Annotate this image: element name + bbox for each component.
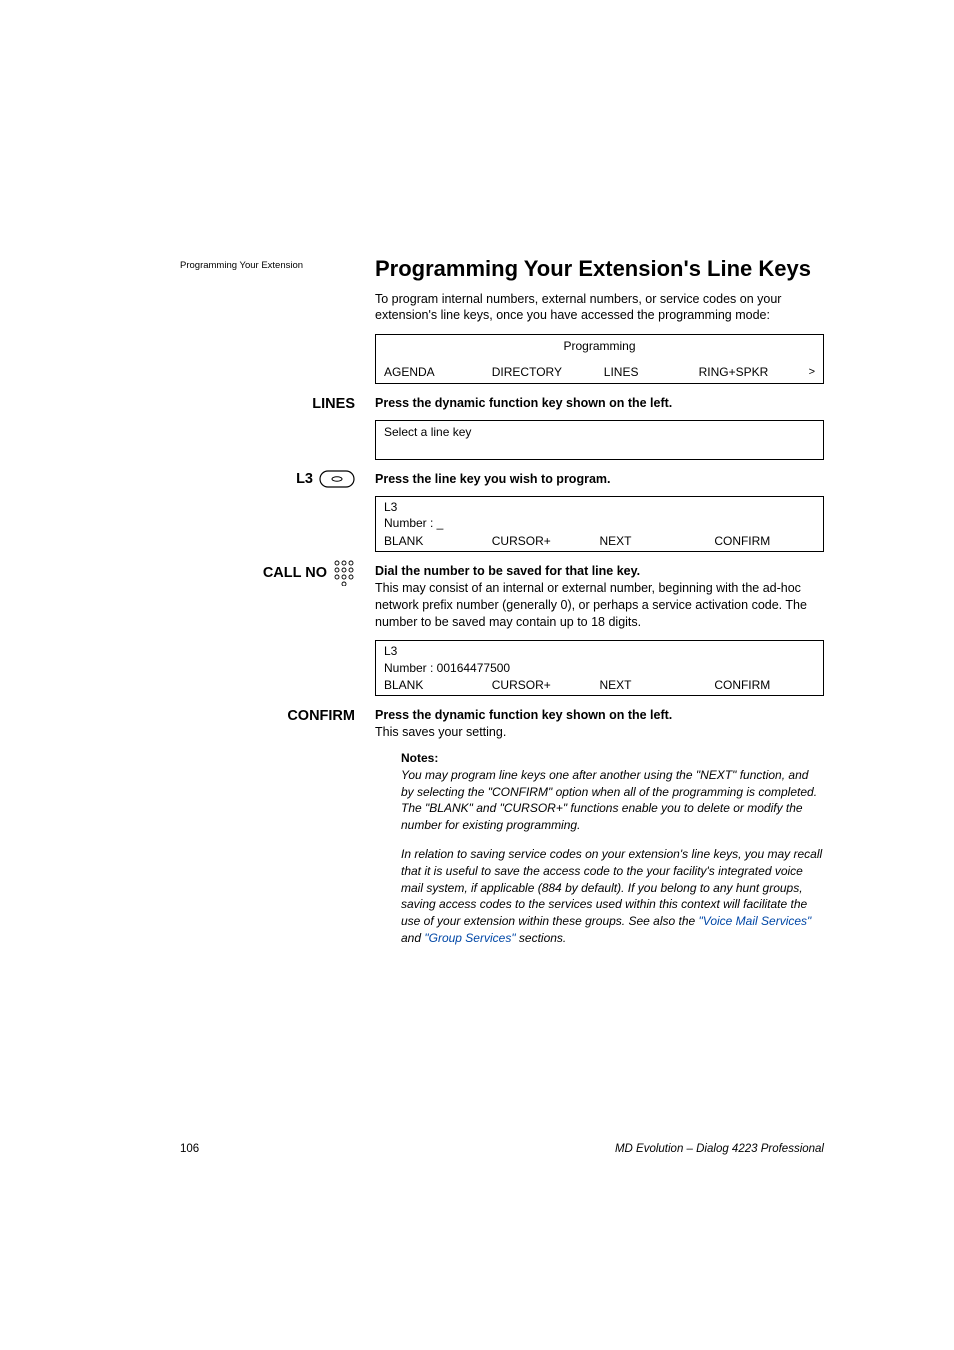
- step-label-lines: LINES: [180, 396, 355, 412]
- display-line2: Number : _: [384, 515, 815, 531]
- step-l3: L3 Press the line key you wish to progra…: [375, 472, 824, 486]
- step-lines: LINES Press the dynamic function key sho…: [375, 396, 824, 410]
- notes-heading: Notes:: [401, 751, 824, 765]
- softkey-ringspkr: RING+SPKR: [699, 365, 805, 379]
- label-text: CALL NO: [263, 565, 327, 581]
- instruction-l3: Press the line key you wish to program.: [375, 472, 824, 486]
- step-callno: CALL NO: [375, 564, 824, 631]
- display-line1: L3: [384, 643, 815, 659]
- softkey-confirm: CONFIRM: [694, 677, 815, 693]
- softkey-cursor: CURSOR+: [492, 533, 600, 549]
- step-label-confirm: CONFIRM: [180, 708, 355, 724]
- lcd-display-number-blank: L3 Number : _ BLANK CURSOR+ NEXT CONFIRM: [375, 496, 824, 552]
- display-line1: L3: [384, 499, 815, 515]
- softkey-blank: BLANK: [384, 533, 492, 549]
- softkey-agenda: AGENDA: [384, 365, 492, 379]
- notes-p2b: and: [401, 931, 424, 945]
- softkey-confirm: CONFIRM: [694, 533, 815, 549]
- line-key-icon: [319, 470, 355, 488]
- doc-title: MD Evolution – Dialog 4223 Professional: [615, 1143, 824, 1155]
- softkey-row: AGENDA DIRECTORY LINES RING+SPKR >: [384, 363, 815, 381]
- notes-p2c: sections.: [516, 931, 567, 945]
- lcd-display-select-line: Select a line key: [375, 420, 824, 460]
- instruction-confirm: Press the dynamic function key shown on …: [375, 708, 824, 722]
- page-number: 106: [180, 1143, 199, 1155]
- section-title: Programming Your Extension's Line Keys: [375, 255, 824, 283]
- body-confirm: This saves your setting.: [375, 724, 824, 741]
- notes-p2: In relation to saving service codes on y…: [401, 846, 824, 947]
- lcd-display-number-filled: L3 Number : 00164477500 BLANK CURSOR+ NE…: [375, 640, 824, 696]
- step-label-callno: CALL NO: [180, 560, 355, 586]
- intro-paragraph: To program internal numbers, external nu…: [375, 291, 824, 325]
- softkey-row: BLANK CURSOR+ NEXT CONFIRM: [384, 677, 815, 693]
- step-label-l3: L3: [180, 470, 355, 488]
- link-group-services[interactable]: "Group Services": [424, 931, 515, 945]
- instruction-callno: Dial the number to be saved for that lin…: [375, 564, 824, 578]
- lcd-display-programming: Programming AGENDA DIRECTORY LINES RING+…: [375, 334, 824, 384]
- main-column: Programming Your Extension's Line Keys T…: [375, 255, 824, 947]
- softkey-directory: DIRECTORY: [492, 365, 604, 379]
- body-callno: This may consist of an internal or exter…: [375, 580, 824, 631]
- softkey-blank: BLANK: [384, 677, 492, 693]
- keypad-icon: [333, 560, 355, 586]
- label-text: L3: [296, 471, 313, 487]
- page-footer: 106 MD Evolution – Dialog 4223 Professio…: [180, 1143, 824, 1155]
- content-area: Programming Your Extension's Line Keys T…: [180, 255, 824, 959]
- label-text: LINES: [312, 396, 355, 412]
- more-indicator: >: [805, 366, 815, 378]
- softkey-lines: LINES: [604, 365, 699, 379]
- display-title: Programming: [384, 337, 815, 353]
- notes-p1: You may program line keys one after anot…: [401, 767, 824, 834]
- label-text: CONFIRM: [287, 708, 355, 724]
- page: Programming Your Extension Programming Y…: [0, 0, 954, 1350]
- softkey-row: BLANK CURSOR+ NEXT CONFIRM: [384, 533, 815, 549]
- softkey-next: NEXT: [600, 533, 695, 549]
- softkey-next: NEXT: [600, 677, 695, 693]
- step-confirm: CONFIRM Press the dynamic function key s…: [375, 708, 824, 947]
- display-text: Select a line key: [384, 423, 815, 457]
- link-voice-mail[interactable]: "Voice Mail Services": [699, 914, 812, 928]
- instruction-lines: Press the dynamic function key shown on …: [375, 396, 824, 410]
- softkey-cursor: CURSOR+: [492, 677, 600, 693]
- display-line2: Number : 00164477500: [384, 660, 815, 676]
